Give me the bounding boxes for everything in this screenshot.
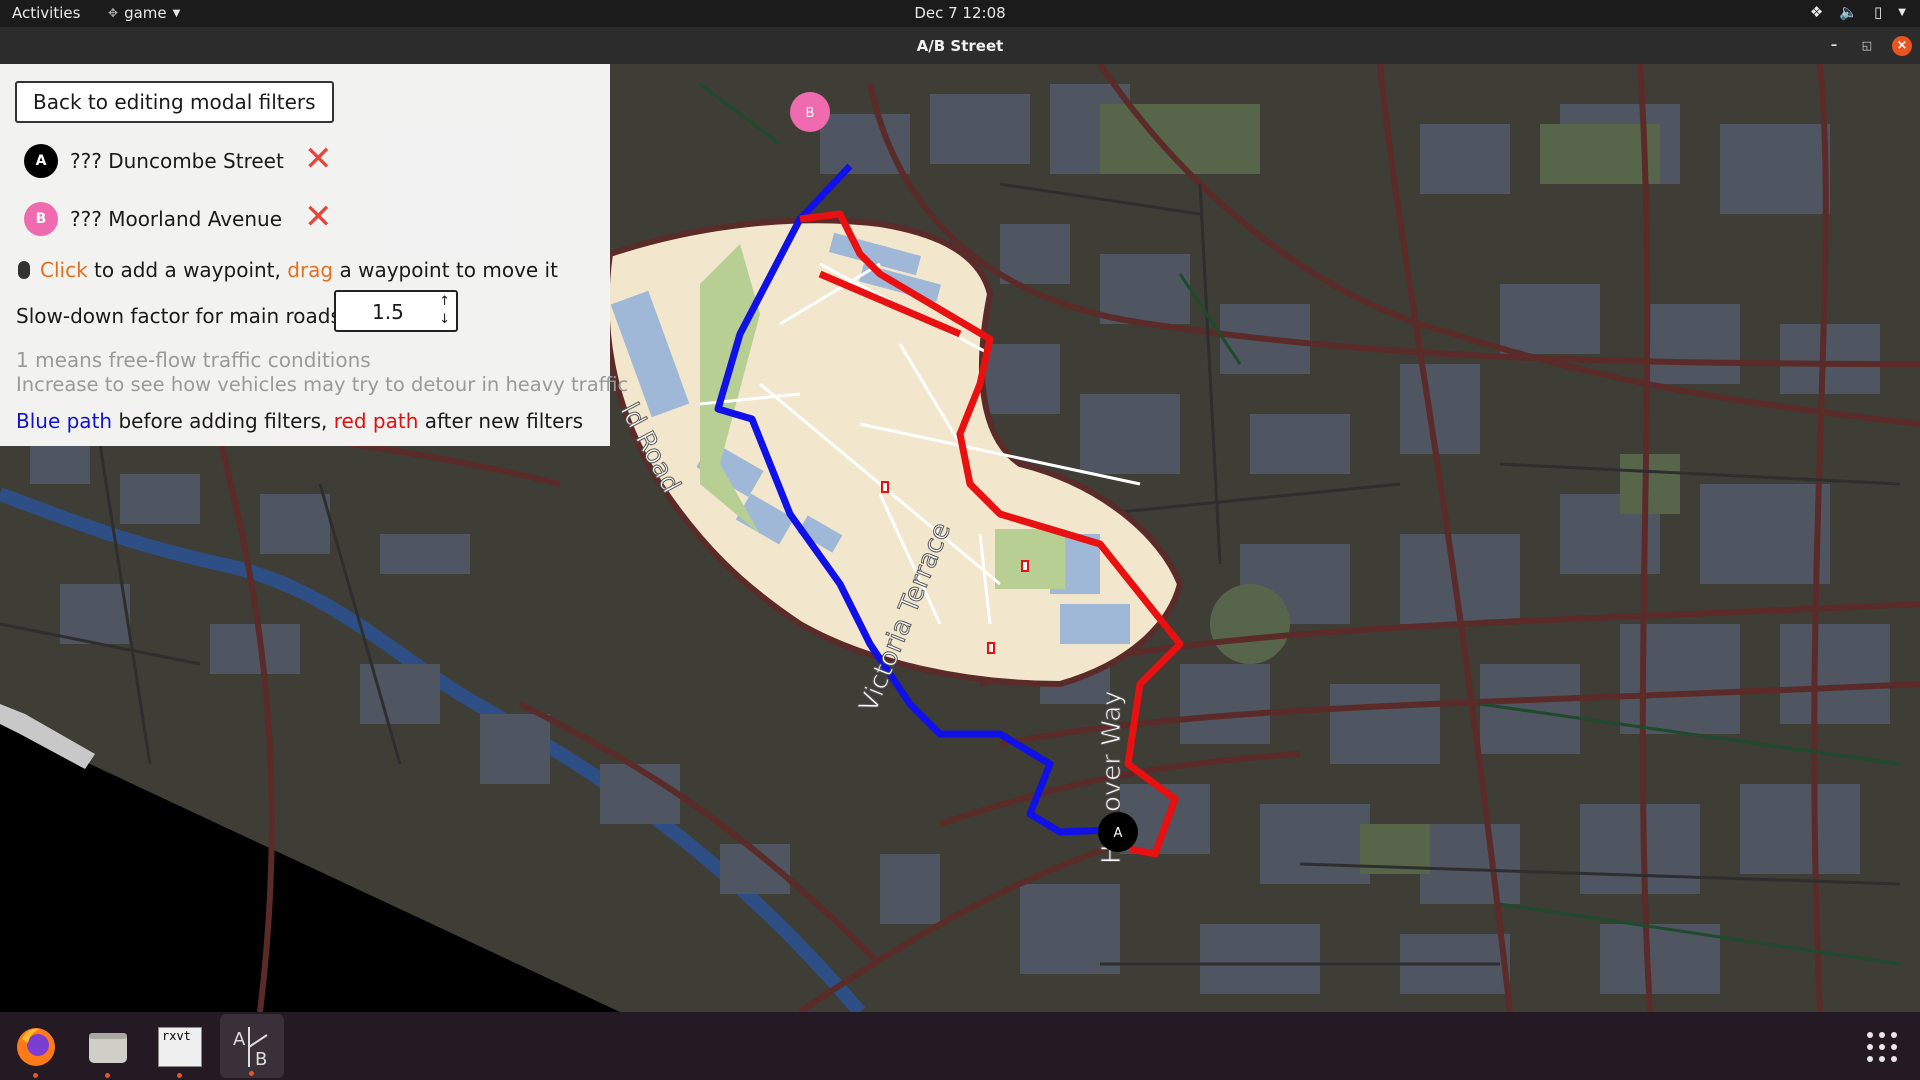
waypoint-row-b: B ??? Moorland Avenue ✕ [24, 200, 344, 236]
terminal-running-dot [177, 1073, 182, 1078]
slowdown-label: Slow-down factor for main roads: [16, 304, 348, 328]
firefox-icon[interactable] [9, 1020, 63, 1078]
svg-text:A: A [233, 1029, 246, 1050]
minimize-button[interactable]: – [1824, 36, 1844, 56]
back-to-editing-button[interactable]: Back to editing modal filters [15, 81, 334, 123]
legend-text1: before adding filters, [112, 409, 334, 433]
instruction-text1: to add a waypoint, [87, 258, 288, 282]
terminal-label: rxvt [158, 1027, 202, 1067]
window-title: A/B Street [916, 37, 1004, 55]
help-line-2: Increase to see how vehicles may try to … [16, 373, 629, 396]
system-menu-chevron-icon[interactable]: ▼ [1898, 7, 1906, 18]
clock[interactable]: Dec 7 12:08 [914, 4, 1005, 22]
app-menu[interactable]: ✥ game ▼ [108, 4, 180, 22]
app-icon: ✥ [108, 6, 119, 20]
legend-blue-path: Blue path [16, 409, 113, 433]
files-running-dot [105, 1073, 110, 1078]
park-square [995, 529, 1065, 589]
slowdown-spinner[interactable]: 1.5 ↑ ↓ [334, 290, 458, 332]
activities-button[interactable]: Activities [12, 4, 80, 22]
chevron-down-icon: ▼ [172, 7, 181, 19]
files-icon[interactable] [81, 1020, 135, 1078]
battery-icon[interactable]: ▯ [1874, 3, 1882, 21]
svg-text:B: B [255, 1049, 267, 1070]
path-legend: Blue path before adding filters, red pat… [16, 409, 583, 433]
top-bar: Activities ✥ game ▼ Dec 7 12:08 ❖ 🔈 ▯ ▼ [0, 0, 1920, 27]
firefox-running-dot [33, 1073, 38, 1078]
system-tray[interactable]: ❖ 🔈 ▯ ▼ [1810, 3, 1906, 21]
instruction-text2: a waypoint to move it [333, 258, 558, 282]
app-menu-label: game [124, 4, 167, 22]
waypoint-b-icon: B [24, 202, 58, 236]
terminal-icon[interactable]: rxvt [153, 1020, 207, 1078]
route-panel: Back to editing modal filters A ??? Dunc… [0, 64, 628, 446]
help-line-1: 1 means free-flow traffic conditions [16, 348, 371, 372]
slowdown-value: 1.5 [372, 300, 404, 324]
waypoint-marker-a-label: A [1114, 826, 1123, 841]
waypoint-row-a: A ??? Duncombe Street ✕ [24, 142, 344, 178]
dropbox-icon[interactable]: ❖ [1810, 3, 1823, 21]
remove-waypoint-b-icon[interactable]: ✕ [304, 200, 333, 234]
instruction-click: Click [40, 258, 88, 282]
remove-waypoint-a-icon[interactable]: ✕ [304, 142, 333, 176]
waypoint-a-name: ??? Duncombe Street [70, 149, 284, 173]
waypoint-marker-b[interactable]: B [790, 92, 830, 132]
abstreet-icon[interactable]: AB [220, 1014, 284, 1078]
waypoint-b-name: ??? Moorland Avenue [70, 207, 283, 231]
abstreet-running-dot [249, 1071, 254, 1076]
waypoint-marker-b-label: B [806, 106, 815, 121]
volume-icon[interactable]: 🔈 [1839, 3, 1858, 21]
legend-text2: after new filters [418, 409, 584, 433]
mouse-icon [18, 261, 30, 279]
waypoint-marker-a[interactable]: A [1098, 812, 1138, 852]
decrement-arrow-icon[interactable]: ↓ [439, 312, 450, 327]
apps-grid-icon[interactable] [1855, 1020, 1909, 1074]
maximize-button[interactable]: ◱ [1857, 36, 1877, 56]
increment-arrow-icon[interactable]: ↑ [439, 294, 450, 309]
close-button[interactable]: × [1892, 36, 1912, 56]
window-title-bar: A/B Street – ◱ × [0, 27, 1920, 64]
dock: rxvt AB [0, 1012, 1920, 1080]
waypoint-a-icon: A [24, 144, 58, 178]
legend-red-path: red path [333, 409, 419, 433]
instruction-line: Click to add a waypoint, drag a waypoint… [18, 258, 558, 282]
instruction-drag: drag [287, 258, 334, 282]
